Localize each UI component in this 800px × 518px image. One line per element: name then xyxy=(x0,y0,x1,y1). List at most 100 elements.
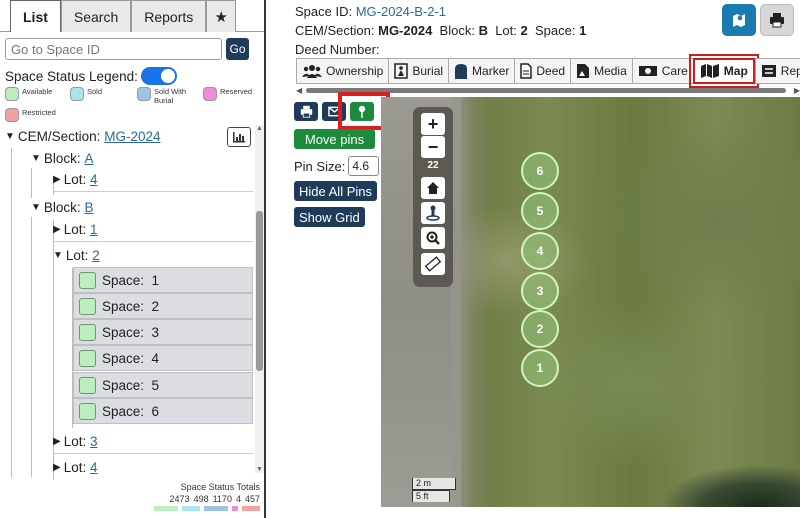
locate-button[interactable] xyxy=(421,202,445,224)
lot-link[interactable]: 2 xyxy=(92,248,100,263)
swatch-available xyxy=(5,87,19,101)
scale-metric: 2 m xyxy=(412,478,456,490)
space-status-box xyxy=(79,402,96,420)
map-pin[interactable]: 6 xyxy=(521,152,559,190)
scroll-left-icon[interactable]: ◀ xyxy=(296,86,302,95)
legend-label: Sold xyxy=(87,87,103,96)
map-pin[interactable]: 5 xyxy=(521,192,559,230)
tab-burial[interactable]: Burial xyxy=(388,58,449,84)
lot-link[interactable]: 3 xyxy=(90,434,98,449)
tree-lot-b1[interactable]: ▶ Lot: 1 xyxy=(53,218,253,242)
tab-media[interactable]: Media xyxy=(570,58,632,84)
money-icon xyxy=(638,66,657,76)
tab-marker[interactable]: Marker xyxy=(448,58,515,84)
space-row-3[interactable]: Space: 3 xyxy=(73,319,253,345)
tree-scrollbar[interactable]: ▲ ▼ xyxy=(255,125,264,473)
swatch-reserved xyxy=(203,87,217,101)
map-pin[interactable]: 4 xyxy=(521,232,559,270)
print-map-button[interactable] xyxy=(294,102,318,121)
tree-lot-a4[interactable]: ▶ Lot: 4 xyxy=(53,168,253,192)
tab-ownership[interactable]: Ownership xyxy=(296,58,389,84)
go-button[interactable]: Go xyxy=(226,38,249,60)
measure-button[interactable] xyxy=(421,253,445,275)
deed-number-label: Deed Number: xyxy=(295,42,380,57)
legend-item-available: Available xyxy=(5,87,52,101)
section-link[interactable]: MG-2024 xyxy=(104,129,160,144)
tab-map[interactable]: Map xyxy=(688,54,759,88)
tab-favorites-star-icon[interactable]: ★ xyxy=(206,0,237,32)
scroll-up-icon[interactable]: ▲ xyxy=(255,125,264,132)
total-sold-with-burial: 1170 xyxy=(212,494,232,504)
block-value: B xyxy=(478,23,488,38)
print-button[interactable] xyxy=(760,4,794,36)
scroll-down-icon[interactable]: ▼ xyxy=(255,466,264,473)
block-label: Block: xyxy=(43,200,81,215)
goto-space-input[interactable] xyxy=(5,38,222,60)
tree-lot-b2[interactable]: ▼ Lot: 2 xyxy=(53,245,253,265)
space-id-line: Space ID: MG-2024-B-2-1 xyxy=(295,4,446,19)
zoom-in-button[interactable]: + xyxy=(421,113,445,135)
map-pin[interactable]: 3 xyxy=(521,272,559,310)
block-b-link[interactable]: B xyxy=(84,200,93,215)
tree-section-row[interactable]: ▼ CEM/Section: MG-2024 xyxy=(5,129,160,144)
total-available: 2473 xyxy=(169,494,190,504)
zoom-out-button[interactable]: − xyxy=(421,136,445,158)
scroll-right-icon[interactable]: ▶ xyxy=(794,86,800,95)
left-tabs: List Search Reports ★ xyxy=(10,0,237,32)
map-view-button[interactable] xyxy=(722,4,756,36)
space-row-1[interactable]: Space: 1 xyxy=(73,267,253,293)
tree-guide xyxy=(11,148,12,478)
tab-list[interactable]: List xyxy=(10,0,61,32)
lot-link[interactable]: 4 xyxy=(90,172,98,187)
space-id-label: Space ID: xyxy=(295,4,353,19)
tree-block-b[interactable]: ▼ Block: B xyxy=(31,200,93,215)
tab-deed[interactable]: Deed xyxy=(514,58,571,84)
zoom-level: 22 xyxy=(427,160,439,171)
space-label: Space: xyxy=(102,350,145,366)
move-pins-button[interactable]: Move pins xyxy=(294,129,375,149)
tree-lot-b4[interactable]: ▶ Lot: 4 xyxy=(53,456,253,478)
tab-reports[interactable]: Rep xyxy=(754,58,800,84)
legend-toggle[interactable] xyxy=(140,67,177,85)
total-bar-restricted xyxy=(242,506,260,511)
space-row-6[interactable]: Space: 6 xyxy=(73,398,253,424)
lot-label: Lot: xyxy=(65,247,89,263)
legend-header: Space Status Legend: xyxy=(5,67,177,85)
tab-care[interactable]: Care xyxy=(631,58,693,84)
map-pin[interactable]: 2 xyxy=(521,310,559,348)
lot-link[interactable]: 1 xyxy=(90,222,98,237)
chart-button[interactable] xyxy=(227,127,251,147)
hide-all-pins-button[interactable]: Hide All Pins xyxy=(294,181,377,201)
space-row-2[interactable]: Space: 2 xyxy=(73,293,253,319)
zoom-region-button[interactable] xyxy=(421,227,445,249)
total-sold: 498 xyxy=(193,494,209,504)
block-a-link[interactable]: A xyxy=(84,151,93,166)
legend-label: Available xyxy=(22,87,53,96)
tab-search[interactable]: Search xyxy=(60,0,132,32)
tree-lot-b3[interactable]: ▶ Lot: 3 xyxy=(53,430,253,454)
space-id-value[interactable]: MG-2024-B-2-1 xyxy=(356,4,446,19)
tab-reports[interactable]: Reports xyxy=(131,0,207,32)
home-button[interactable] xyxy=(421,177,445,199)
space-row-5[interactable]: Space: 5 xyxy=(73,372,253,398)
tree-guide xyxy=(31,168,32,198)
map-pin[interactable]: 1 xyxy=(521,349,559,387)
pin-size-input[interactable] xyxy=(348,156,380,176)
printer-icon xyxy=(300,105,312,118)
scale-imperial: 5 ft xyxy=(412,490,450,502)
tree-block-a[interactable]: ▼ Block: A xyxy=(31,151,93,166)
total-bar-sold xyxy=(182,506,200,511)
caret-right-icon: ▶ xyxy=(53,174,61,185)
legend-label: Sold With Burial xyxy=(154,87,187,105)
ruler-icon xyxy=(425,256,441,272)
tab-label: Care xyxy=(661,64,688,78)
space-row-4[interactable]: Space: 4 xyxy=(73,345,253,371)
map-marker-icon xyxy=(733,14,745,27)
space-number: 2 xyxy=(151,298,160,314)
lot-link[interactable]: 4 xyxy=(90,460,98,475)
legend-item-sold-with-burial: Sold With Burial xyxy=(137,87,194,105)
swatch-sold xyxy=(70,87,84,101)
scroll-thumb[interactable] xyxy=(256,211,263,371)
caret-down-icon: ▼ xyxy=(53,249,63,261)
show-grid-button[interactable]: Show Grid xyxy=(294,207,365,227)
